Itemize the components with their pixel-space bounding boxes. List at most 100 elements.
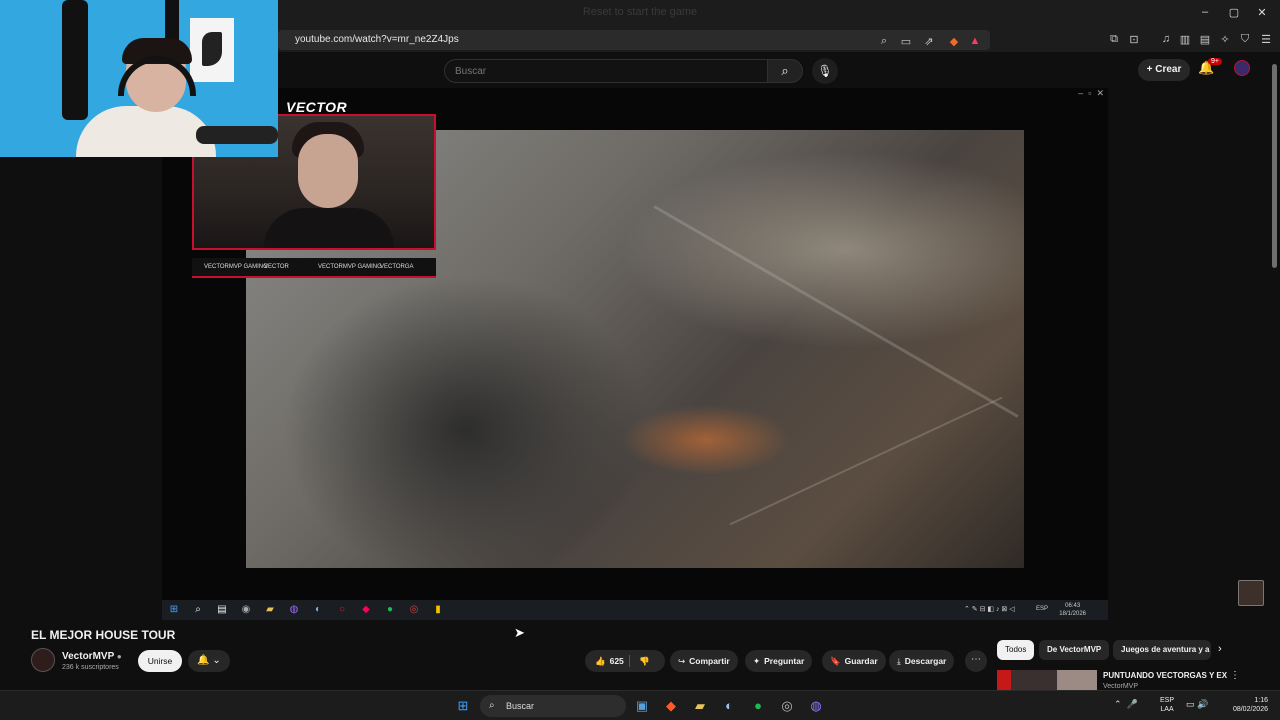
system-tray[interactable]: ⌃ 🎤 — [1114, 699, 1138, 710]
edge-icon: ◉ — [241, 604, 251, 615]
input-language-top: ESP — [1160, 697, 1175, 704]
microphone-prop — [196, 126, 278, 144]
guitar-prop — [62, 0, 88, 120]
mouse-cursor-icon: ➤ — [514, 625, 525, 640]
screenshot-icon[interactable]: ⊡ — [1126, 33, 1142, 46]
chip-adventure-games[interactable]: Juegos de aventura y a — [1113, 640, 1211, 660]
minimize-icon[interactable]: – — [1193, 6, 1217, 18]
inner-lang: ESP — [1036, 606, 1049, 612]
recommendation-channel[interactable]: VectorMVP — [1103, 683, 1138, 690]
obs-icon[interactable]: ◎ — [778, 697, 796, 715]
inner-clock: 06:43 18/1/2026 — [1059, 602, 1086, 618]
opera-icon: ○ — [338, 604, 346, 615]
dislike-button[interactable]: 👎 — [639, 650, 650, 672]
video-player[interactable]: – ▫ ✕ VECTOR VECTORMVP GAMING VECTOR VEC… — [162, 88, 1108, 620]
notification-badge: 9+ — [1208, 58, 1222, 65]
share-button[interactable]: ↪ Compartir — [670, 650, 738, 672]
cast-icon[interactable]: ▭ — [898, 35, 914, 48]
chevron-right-icon[interactable]: › — [1218, 643, 1222, 655]
folder-icon: ▰ — [266, 604, 274, 615]
join-button[interactable]: Unirse — [138, 650, 182, 672]
inner-taskbar: ⊞ ⌕ ▤ ◉ ▰ ◍ ◐ ○ ◆ ● ◎ ▮ ⌃ ✎ ⊟ ◧ ♪ ⊠ ◁ ES… — [162, 600, 1108, 620]
brave-icon: ◆ — [362, 604, 370, 615]
streamer-facecam — [0, 0, 278, 157]
like-button[interactable]: 👍 625 — [595, 650, 624, 672]
maximize-icon[interactable]: ▢ — [1222, 6, 1246, 19]
url-field[interactable]: youtube.com/watch?v=mr_ne2Z4Jps ⌕ ▭ ⇗ ◆ … — [278, 30, 990, 50]
channel-avatar[interactable] — [31, 648, 55, 672]
save-label: Guardar — [844, 656, 878, 666]
plus-icon: + — [1146, 64, 1156, 75]
recommendation-menu-icon[interactable]: ⋮ — [1230, 670, 1240, 681]
chip-all[interactable]: Todos — [997, 640, 1035, 660]
spotify-icon[interactable]: ● — [749, 697, 767, 715]
discord-icon[interactable]: ◍ — [807, 697, 825, 715]
extensions-icon[interactable]: ⧉ — [1106, 33, 1122, 46]
windows-start-icon[interactable]: ⊞ — [454, 697, 472, 715]
ask-button[interactable]: ✦ Preguntar — [745, 650, 813, 672]
recommendation-thumbnail[interactable] — [997, 670, 1097, 690]
download-icon: ⤓ — [897, 656, 901, 666]
like-divider — [629, 655, 630, 667]
taskbar-search-label: Buscar — [506, 701, 535, 711]
steam-icon[interactable]: ◐ — [720, 697, 738, 715]
start-icon: ⊞ — [169, 604, 179, 615]
search-icon: ⌕ — [195, 604, 201, 615]
windows-taskbar: ⊞ ⌕ Buscar ▣ ◆ ▰ ◐ ● ◎ ◍ ⌃ 🎤 ESP LAA ▭ 🔊… — [0, 690, 1280, 720]
share-icon[interactable]: ⇗ — [921, 35, 937, 48]
inner-clock-date: 18/1/2026 — [1059, 611, 1086, 617]
thumbs-down-icon: 👎 — [639, 656, 650, 666]
close-icon[interactable]: ✕ — [1250, 6, 1274, 19]
taskbar-clock[interactable]: 1:16 08/02/2026 — [1222, 696, 1268, 714]
wallet-icon[interactable]: ▤ — [1197, 33, 1213, 46]
scrollbar-thumb[interactable] — [1272, 64, 1277, 268]
input-language[interactable]: ESP LAA — [1160, 696, 1174, 714]
recommendation-title[interactable]: PUNTUANDO VECTORGAS Y EX — [1103, 671, 1227, 680]
voice-search-button[interactable]: 🎙 — [812, 58, 838, 84]
twitch-social-label: VECTOR — [264, 264, 289, 270]
stream-brand-logo: VECTOR — [286, 99, 348, 115]
taskbar-date: 08/02/2026 — [1232, 706, 1268, 713]
page-scrollbar[interactable] — [1270, 56, 1280, 686]
notes-icon: ▮ — [435, 604, 441, 615]
sidebar-icon[interactable]: ▥ — [1177, 33, 1193, 46]
search-button[interactable]: ⌕ — [767, 59, 803, 83]
menu-icon[interactable]: ☰ — [1258, 33, 1274, 46]
music-icon[interactable]: ♫ — [1158, 33, 1174, 45]
instagram-social-label: VECTORGA — [380, 264, 414, 270]
sparkle-icon: ✦ — [753, 656, 761, 666]
taskbar-search[interactable]: ⌕ Buscar — [480, 695, 626, 717]
share-label: Compartir — [689, 656, 730, 666]
ai-icon[interactable]: ✧ — [1217, 33, 1233, 46]
brave-rewards-icon[interactable]: ▲ — [967, 35, 983, 47]
download-label: Descargar — [904, 656, 947, 666]
spotify-icon: ● — [386, 604, 394, 615]
brave-shield-icon[interactable]: ◆ — [946, 35, 962, 48]
subscribe-bell-button[interactable]: 🔔 ⌄ — [188, 650, 230, 672]
account-avatar[interactable] — [1234, 60, 1250, 76]
vpn-icon[interactable]: ⛉ — [1237, 33, 1253, 46]
streamer-shirt — [76, 106, 216, 157]
microphone-icon: 🎙 — [817, 64, 833, 78]
channel-watermark[interactable] — [1238, 580, 1264, 606]
chip-from-channel[interactable]: De VectorMVP — [1039, 640, 1110, 660]
search-icon: ⌕ — [781, 63, 789, 78]
zoom-icon[interactable]: ⌕ — [876, 35, 892, 48]
url-text: youtube.com/watch?v=mr_ne2Z4Jps — [295, 34, 459, 45]
channel-name[interactable]: VectorMVP ● — [62, 651, 122, 662]
save-button[interactable]: 🔖 Guardar — [822, 650, 886, 672]
task-view-icon: ▤ — [217, 604, 227, 615]
more-actions-button[interactable]: ⋯ — [965, 650, 987, 672]
search-input[interactable] — [445, 60, 767, 82]
brave-icon[interactable]: ◆ — [662, 697, 680, 715]
verified-icon: ● — [116, 652, 122, 661]
create-button[interactable]: + Crear — [1138, 59, 1190, 81]
file-explorer-icon[interactable]: ▰ — [691, 697, 709, 715]
youtube-social-label: VECTORMVP GAMING — [204, 264, 268, 270]
inner-clock-time: 06:43 — [1065, 603, 1081, 609]
share-arrow-icon: ↪ — [678, 656, 686, 666]
download-button[interactable]: ⤓ Descargar — [889, 650, 955, 672]
subscriber-count: 236 k suscriptores — [62, 664, 119, 671]
network-volume-icon[interactable]: ▭ 🔊 — [1186, 699, 1208, 710]
store-icon[interactable]: ▣ — [633, 697, 651, 715]
